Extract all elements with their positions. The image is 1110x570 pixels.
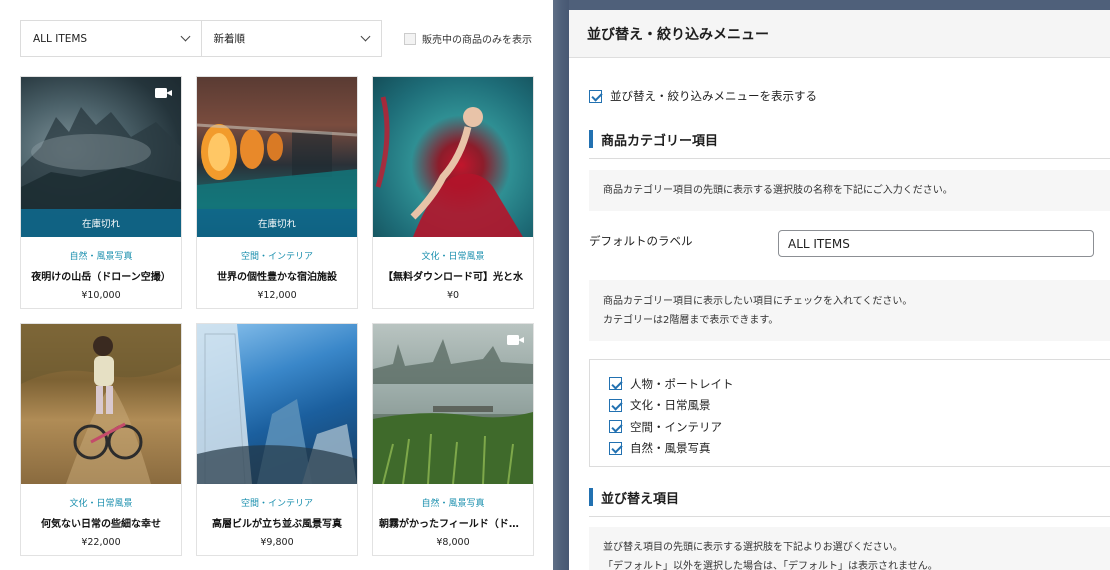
section-accent-bar [589,488,593,506]
product-card[interactable]: 文化・日常風景 【無料ダウンロード可】光と水 ¥0 [372,76,534,309]
product-category: 自然・風景写真 [421,499,485,509]
instock-filter[interactable]: 販売中の商品のみを表示 [404,31,532,46]
panel-title: 並び替え・絞り込みメニュー [587,26,769,43]
product-title[interactable]: 世界の個性豊かな宿泊施設 [197,268,357,283]
product-card[interactable]: 自然・風景写真 朝霧がかったフィールド（ドローン） ¥8,000 [372,323,534,556]
product-category: 自然・風景写真 [69,252,133,262]
sort-section-title: 並び替え項目 [601,491,680,507]
show-menu-option[interactable]: 並び替え・絞り込みメニューを表示する [589,88,817,104]
checkbox-checked-icon[interactable] [589,89,602,103]
category-note: 商品カテゴリー項目の先頭に表示する選択肢の名称を下記にご入力ください。 [589,170,1110,211]
section-divider [589,158,1110,159]
category-option-culture[interactable]: 文化・日常風景 [609,395,1110,417]
category-select-value: ALL ITEMS [33,32,88,45]
category-note-text: 商品カテゴリー項目の先頭に表示する選択肢の名称を下記にご入力ください。 [603,185,953,196]
product-price: ¥8,000 [436,537,470,548]
product-card[interactable]: 文化・日常風景 何気ない日常の些細な幸せ ¥22,000 [20,323,182,556]
checkbox-checked-icon[interactable] [609,441,622,455]
underwater-woman-image [375,96,523,237]
checkbox-checked-icon[interactable] [609,420,622,434]
pane-divider [553,0,569,570]
category-checklist: 人物・ポートレイト 文化・日常風景 空間・インテリア 自然・風景写真 [589,359,1110,467]
sort-note-line-2: 「デフォルト」以外を選択した場合は、「デフォルト」は表示されません。 [603,561,938,570]
chevron-down-icon [360,31,371,42]
sort-note: 並び替え項目の先頭に表示する選択肢を下記よりお選びください。 「デフォルト」以外… [589,527,1110,570]
show-menu-label: 並び替え・絞り込みメニューを表示する [610,89,817,103]
check-note-line-2: カテゴリーは2階層まで表示できます。 [603,314,779,326]
default-label-input[interactable] [778,230,1094,257]
category-option-portrait[interactable]: 人物・ポートレイト [609,373,1110,395]
category-option-label: 人物・ポートレイト [630,376,734,391]
checkbox-checked-icon[interactable] [609,377,622,391]
sort-select[interactable]: 新着順 [201,20,382,57]
category-option-label: 自然・風景写真 [630,441,711,456]
product-category: 文化・日常風景 [421,252,485,262]
product-title[interactable]: 夜明けの山岳（ドローン空撮） [21,268,181,283]
product-price: ¥9,800 [260,537,294,548]
child-bicycle-image [21,324,181,484]
checkbox-checked-icon[interactable] [609,398,622,412]
product-thumbnail[interactable]: 在庫切れ [21,77,181,237]
product-title[interactable]: 朝霧がかったフィールド（ドローン） [373,515,533,530]
sort-note-line-1: 並び替え項目の先頭に表示する選択肢を下記よりお選びください。 [603,542,903,553]
instock-checkbox[interactable] [404,32,416,45]
category-option-nature[interactable]: 自然・風景写真 [609,438,1110,460]
product-thumbnail[interactable] [373,77,533,237]
video-camera-icon [155,88,172,98]
product-thumbnail[interactable]: 在庫切れ [197,77,357,237]
product-price: ¥22,000 [81,537,121,548]
category-option-label: 文化・日常風景 [630,398,711,413]
product-category: 空間・インテリア [240,252,313,262]
product-card[interactable]: 在庫切れ 自然・風景写真 夜明けの山岳（ドローン空撮） ¥10,000 [20,76,182,309]
product-card[interactable]: 空間・インテリア 高層ビルが立ち並ぶ風景写真 ¥9,800 [196,323,358,556]
product-category: 文化・日常風景 [69,499,133,509]
chevron-down-icon [180,31,190,42]
skyscrapers-image [197,324,357,484]
sort-select-value: 新着順 [213,33,246,45]
product-title[interactable]: 何気ない日常の些細な幸せ [21,515,181,530]
product-price: ¥0 [446,290,460,301]
misty-field-image [373,339,533,484]
panel-header: 並び替え・絞り込みメニュー [569,10,1110,58]
section-divider [589,516,1110,517]
product-price: ¥12,000 [257,290,297,301]
settings-pane: 並び替え・絞り込みメニュー 並び替え・絞り込みメニューを表示する 商品カテゴリー… [569,0,1110,570]
default-label-caption: デフォルトのラベル [589,234,693,248]
video-camera-icon [507,335,524,345]
instock-label: 販売中の商品のみを表示 [422,35,532,46]
category-select[interactable]: ALL ITEMS [20,20,202,57]
category-section-heading: 商品カテゴリー項目 [589,129,718,149]
product-title[interactable]: 【無料ダウンロード可】光と水 [373,268,533,283]
section-accent-bar [589,130,593,148]
filter-bar: ALL ITEMS 新着順 販売中の商品のみを表示 [20,20,532,57]
product-price: ¥10,000 [81,290,121,301]
category-option-label: 空間・インテリア [630,419,722,434]
product-thumbnail[interactable] [21,324,181,484]
sold-out-badge: 在庫切れ [197,209,357,237]
product-thumbnail[interactable] [373,324,533,484]
store-pane: ALL ITEMS 新着順 販売中の商品のみを表示 在庫切れ 自然・風景写真 夜… [0,0,553,570]
product-thumbnail[interactable] [197,324,357,484]
category-option-interior[interactable]: 空間・インテリア [609,416,1110,438]
product-category: 空間・インテリア [240,499,313,509]
check-note: 商品カテゴリー項目に表示したい項目にチェックを入れてください。 カテゴリーは2階… [589,280,1110,341]
check-note-line-1: 商品カテゴリー項目に表示したい項目にチェックを入れてください。 [603,295,913,307]
category-section-title: 商品カテゴリー項目 [601,133,719,149]
product-title[interactable]: 高層ビルが立ち並ぶ風景写真 [197,515,357,530]
sold-out-badge: 在庫切れ [21,209,181,237]
product-card[interactable]: 在庫切れ 空間・インテリア 世界の個性豊かな宿泊施設 ¥12,000 [196,76,358,309]
sort-section-heading: 並び替え項目 [589,487,679,507]
